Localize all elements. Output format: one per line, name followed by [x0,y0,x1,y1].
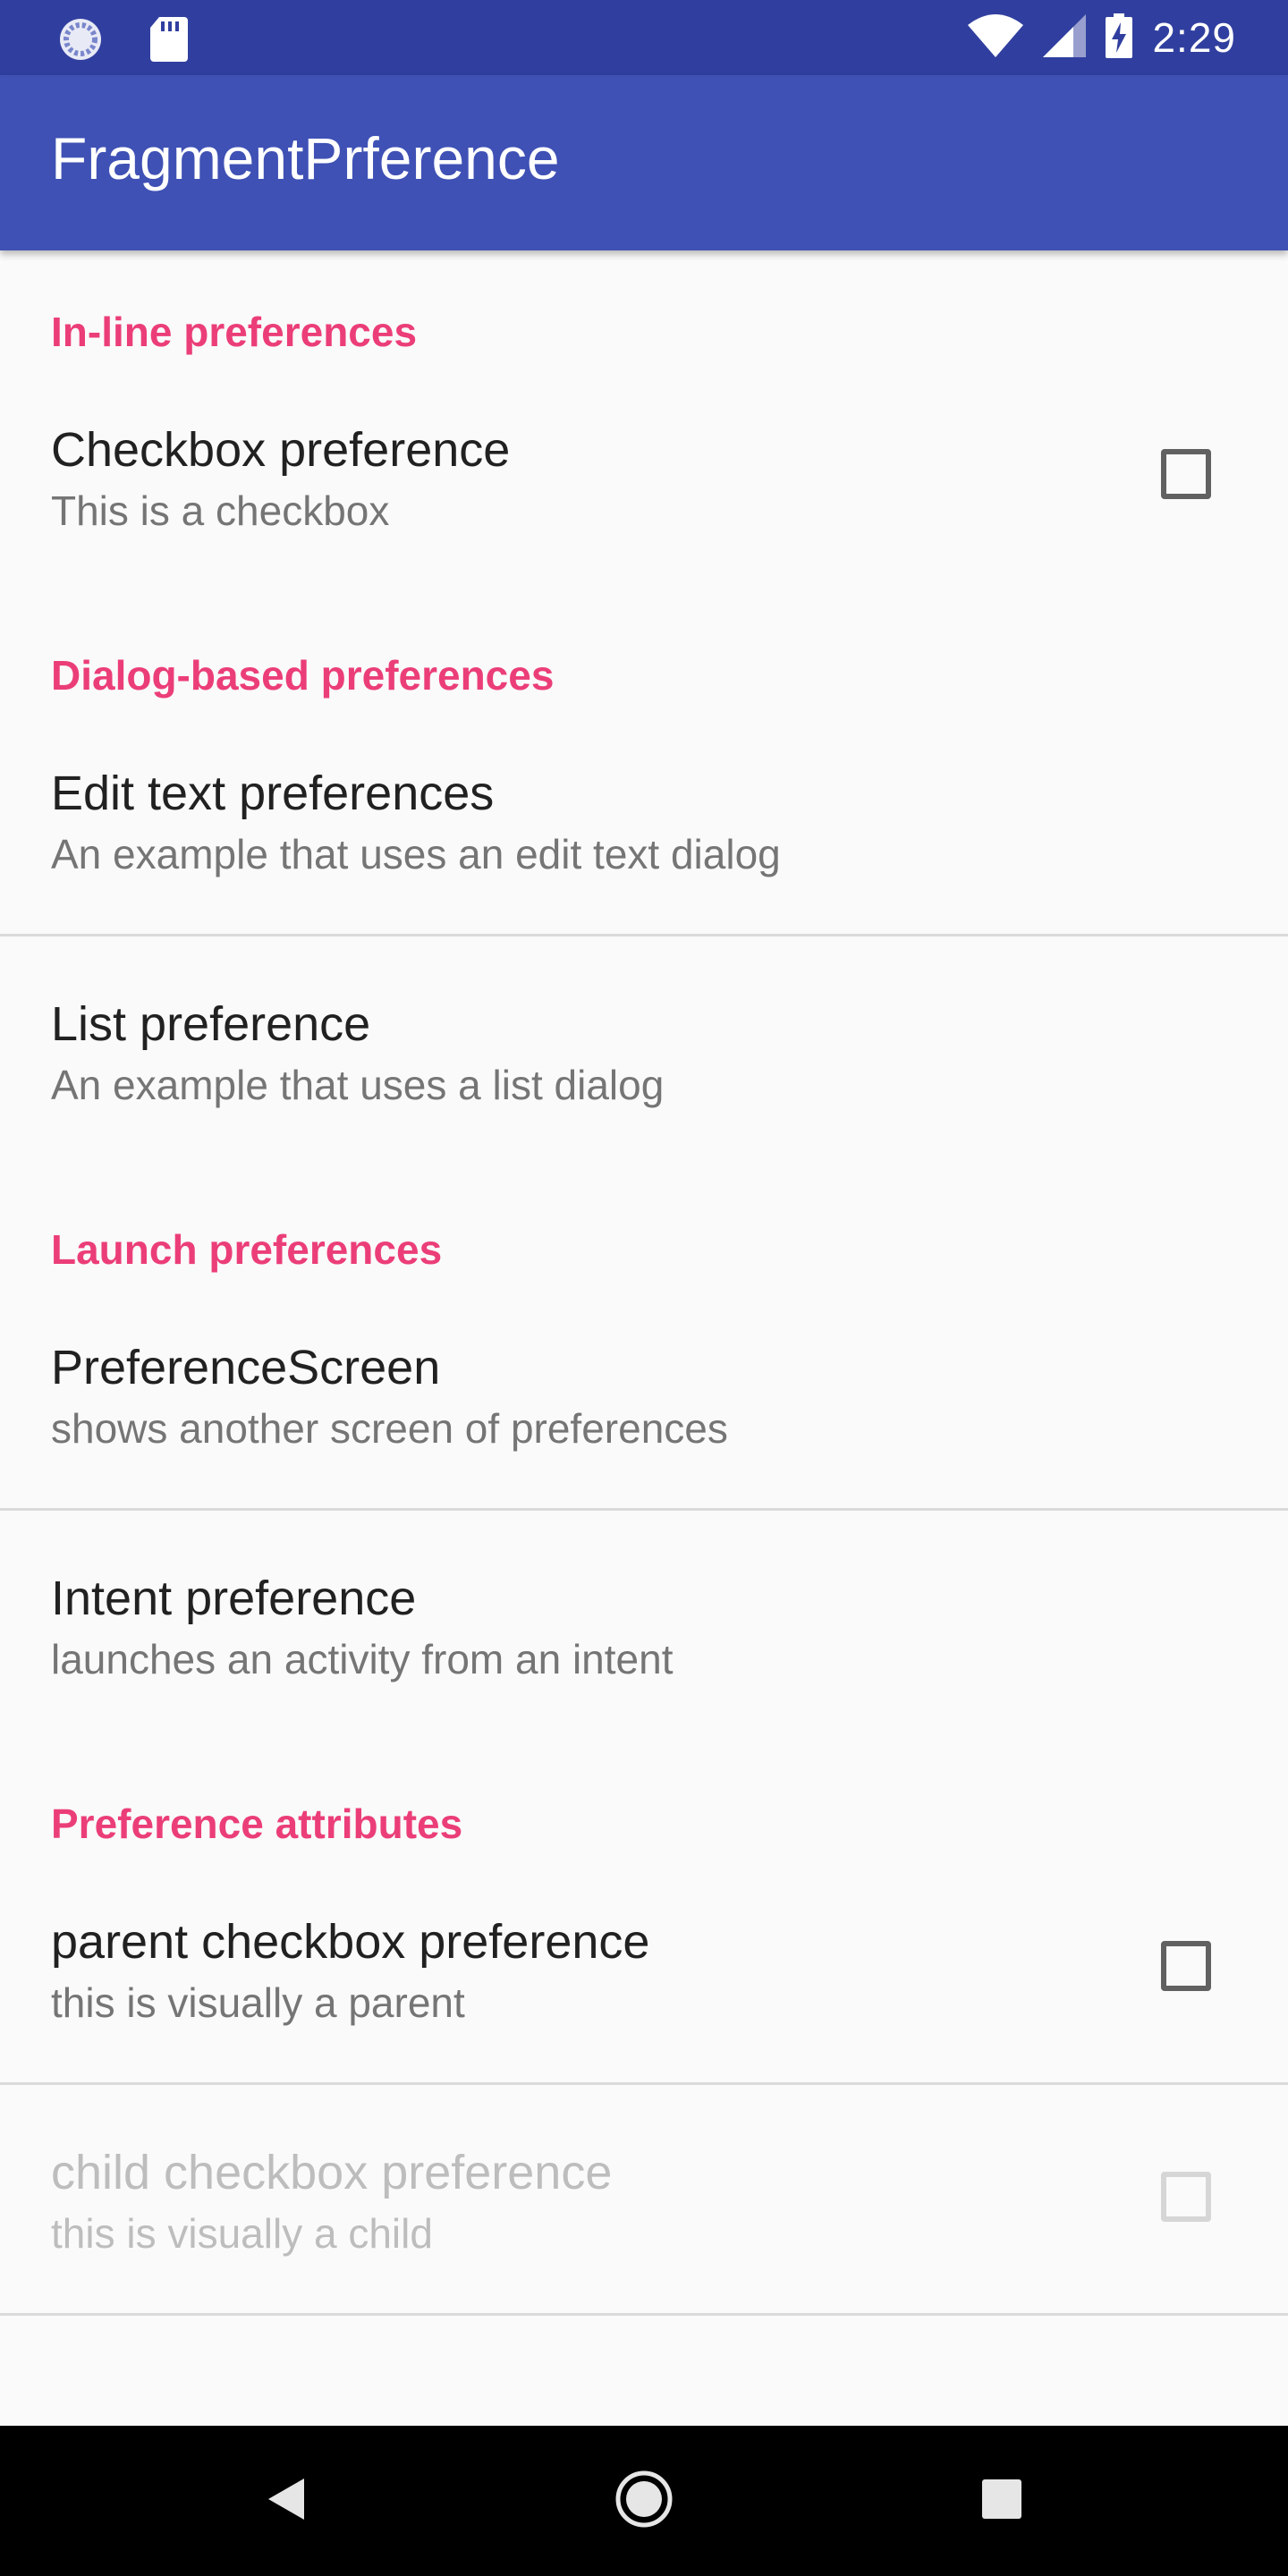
checkbox-preference-summary: This is a checkbox [51,487,390,534]
preference-screen-row[interactable]: PreferenceScreen shows another screen of… [0,1343,1288,1501]
list-preference-title: List preference [51,997,371,1051]
app-bar: FragmentPrference [0,75,1288,250]
parent-checkbox-preference-summary: this is visually a parent [51,1979,465,2026]
sd-card-icon [150,17,188,66]
parent-checkbox-preference-row[interactable]: parent checkbox preference this is visua… [0,1918,1288,2075]
checkbox-preference-checkbox[interactable] [1161,449,1211,499]
category-header-launch: Launch preferences [51,1226,443,1273]
parent-checkbox[interactable] [1161,1941,1211,1991]
edit-text-preference-title: Edit text preferences [51,767,495,820]
battery-charging-icon [1106,13,1133,63]
status-bar: 2:29 [0,0,1288,75]
status-time: 2:29 [1152,14,1236,61]
list-preference-summary: An example that uses a list dialog [51,1062,665,1108]
wifi-icon [968,13,1024,62]
home-icon [614,2470,674,2533]
child-checkbox-preference-row: child checkbox preference this is visual… [0,2148,1288,2306]
intent-preference-row[interactable]: Intent preference launches an activity f… [0,1574,1288,1732]
divider [0,934,1288,936]
back-icon [267,2477,306,2526]
intent-preference-summary: launches an activity from an intent [51,1636,674,1682]
edit-text-preference-summary: An example that uses an edit text dialog [51,831,781,877]
recents-icon [982,2479,1021,2523]
parent-checkbox-preference-title: parent checkbox preference [51,1915,650,1969]
checkbox-preference-row[interactable]: Checkbox preference This is a checkbox [0,426,1288,583]
divider [0,1508,1288,1511]
divider [0,2313,1288,2316]
child-checkbox [1161,2172,1211,2222]
cell-signal-icon [1043,13,1087,62]
intent-preference-title: Intent preference [51,1572,417,1625]
preference-screen-title: PreferenceScreen [51,1341,441,1394]
child-checkbox-preference-title: child checkbox preference [51,2146,613,2199]
sync-icon [57,16,104,67]
category-header-dialog: Dialog-based preferences [51,652,555,699]
category-header-inline: In-line preferences [51,309,418,355]
list-preference-row[interactable]: List preference An example that uses a l… [0,1000,1288,1157]
checkbox-preference-title: Checkbox preference [51,423,511,477]
preference-screen-summary: shows another screen of preferences [51,1405,728,1452]
app-title: FragmentPrference [51,125,560,191]
back-button[interactable] [215,2426,358,2576]
divider [0,2082,1288,2085]
home-button[interactable] [572,2426,716,2576]
child-checkbox-preference-summary: this is visually a child [51,2210,433,2257]
edit-text-preference-row[interactable]: Edit text preferences An example that us… [0,769,1288,927]
recents-button[interactable] [930,2426,1073,2576]
navigation-bar [0,2426,1288,2576]
category-header-attributes: Preference attributes [51,1801,463,1847]
